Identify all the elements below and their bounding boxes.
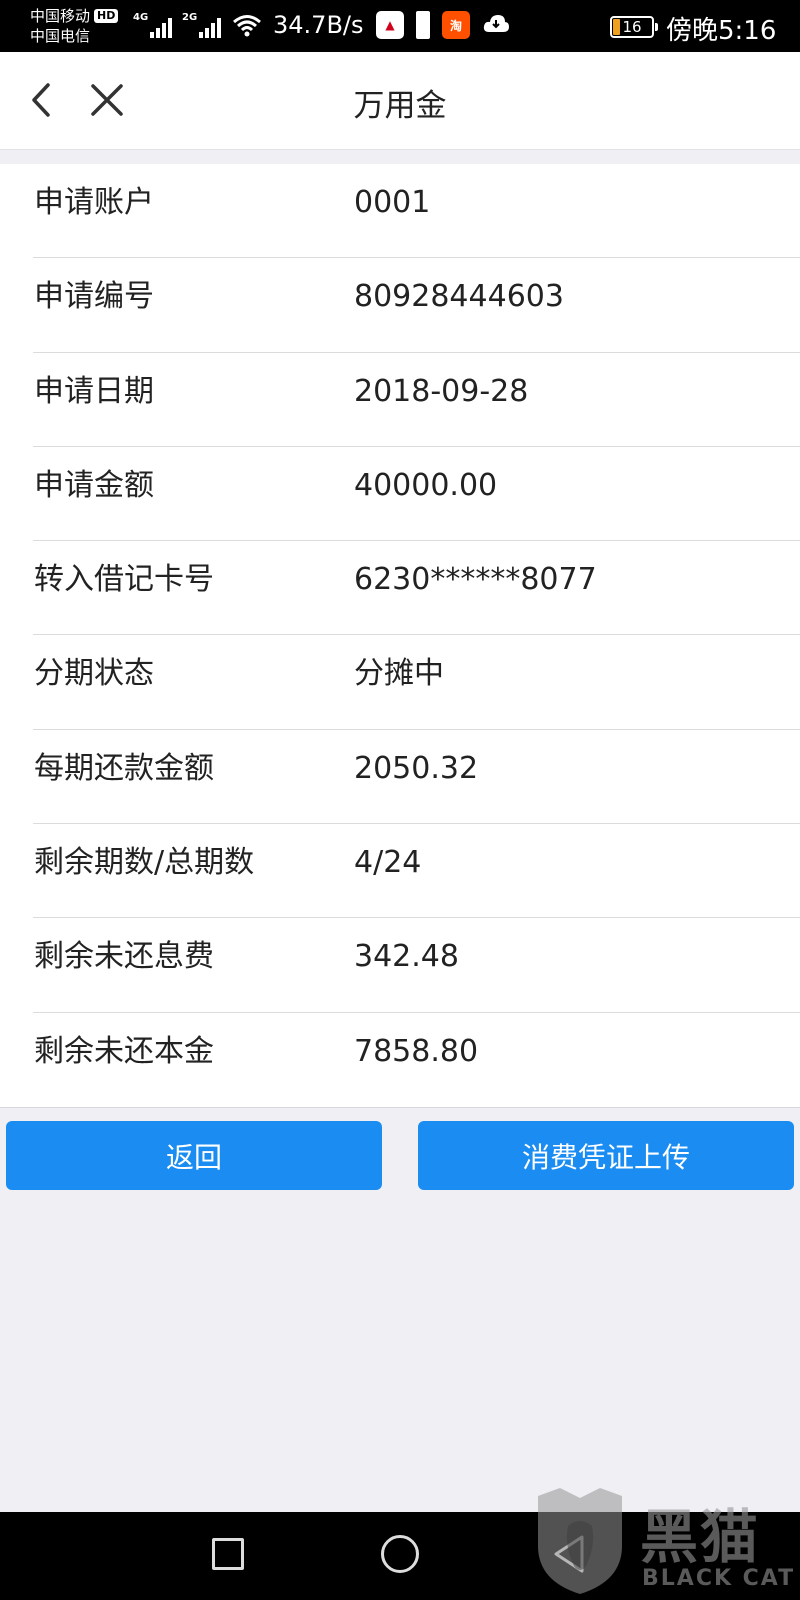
detail-list: 申请账户 0001 申请编号 80928444603 申请日期 2018-09-… [0,164,800,1108]
battery-icon: 16 [610,16,658,38]
notification-icons: ▲ 淘 [376,11,510,39]
detail-row-amount: 申请金额 40000.00 [33,447,800,542]
detail-label: 分期状态 [34,656,154,692]
detail-row-number: 申请编号 80928444603 [33,258,800,353]
sim-icon [416,11,430,39]
wifi-icon [232,14,262,42]
detail-label: 申请编号 [34,279,154,315]
detail-value: 分摊中 [354,656,444,692]
detail-value: 4/24 [354,845,422,881]
detail-value: 6230******8077 [354,562,597,598]
clock: 傍晚5:16 [666,16,777,46]
hd-badge: HD [94,9,119,23]
detail-value: 7858.80 [354,1033,479,1069]
detail-value: 342.48 [354,939,459,975]
detail-row-status: 分期状态 分摊中 [33,635,800,730]
detail-label: 剩余期数/总期数 [34,845,255,881]
detail-row-account: 申请账户 0001 [33,164,800,259]
header: 万用金 [0,52,800,150]
detail-row-date: 申请日期 2018-09-28 [33,353,800,447]
detail-value: 0001 [354,185,431,220]
carrier-info: 中国移动 HD 中国电信 [30,6,119,46]
nav-back-icon[interactable] [552,1534,586,1578]
status-bar: 中国移动 HD 中国电信 4G 2G 34.7B/s ▲ 淘 16 傍晚5:16 [0,0,800,52]
detail-row-remaining-fees: 剩余未还息费 342.48 [33,918,800,1013]
recent-apps-icon[interactable] [212,1538,244,1570]
home-icon[interactable] [381,1535,419,1573]
cloud-icon [482,12,510,38]
detail-row-debit-card: 转入借记卡号 6230******8077 [33,541,800,636]
system-nav-bar [0,1512,800,1600]
signal-2g-icon: 2G [182,12,223,38]
detail-row-installment-amount: 每期还款金额 2050.32 [33,730,800,825]
taobao-icon: 淘 [442,11,470,39]
signal-4g-icon: 4G [133,12,174,38]
detail-row-remaining-principal: 剩余未还本金 7858.80 [33,1013,800,1107]
detail-label: 申请账户 [34,185,154,220]
detail-value: 40000.00 [354,467,498,503]
detail-label: 申请金额 [34,467,154,503]
detail-value: 80928444603 [354,279,564,315]
detail-value: 2018-09-28 [354,373,529,409]
back-button[interactable]: 返回 [6,1121,382,1190]
detail-row-remaining-periods: 剩余期数/总期数 4/24 [33,824,800,919]
detail-label: 每期还款金额 [34,750,214,786]
detail-label: 剩余未还息费 [34,939,214,975]
app-notification-icon: ▲ [376,11,404,39]
upload-voucher-button[interactable]: 消费凭证上传 [418,1121,794,1190]
carrier-2: 中国电信 [30,27,91,45]
net-speed: 34.7B/s [273,11,364,39]
detail-label: 申请日期 [34,373,154,409]
detail-value: 2050.32 [354,750,479,786]
detail-label: 转入借记卡号 [34,562,214,598]
carrier-1: 中国移动 [30,7,91,25]
detail-label: 剩余未还本金 [34,1033,214,1069]
page-title: 万用金 [353,88,447,124]
